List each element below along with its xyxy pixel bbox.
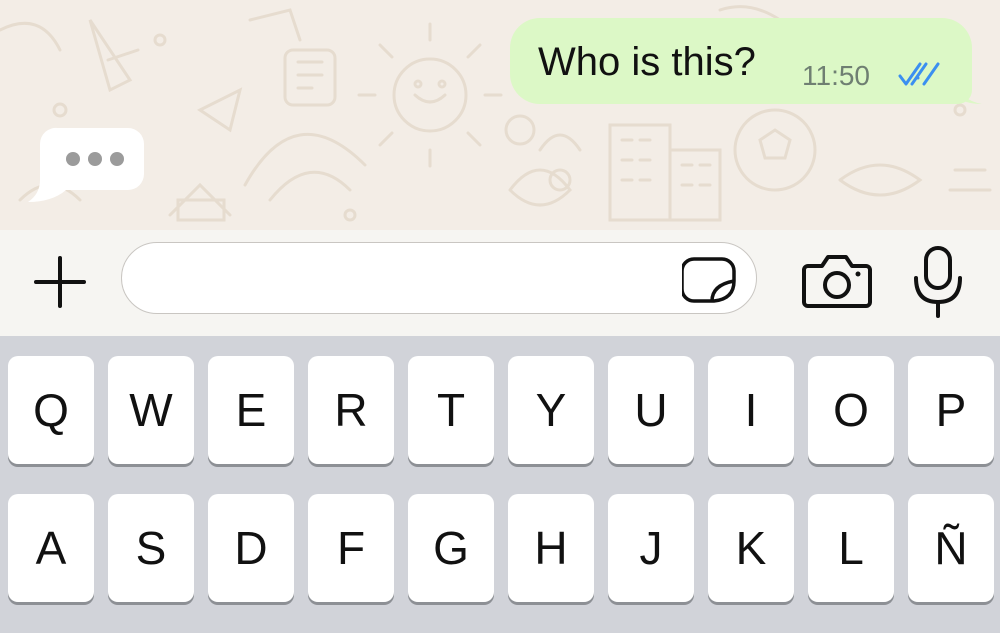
key-j[interactable]: J bbox=[608, 494, 694, 602]
message-input-field[interactable] bbox=[121, 242, 757, 314]
key-a[interactable]: A bbox=[8, 494, 94, 602]
sticker-icon[interactable] bbox=[682, 257, 738, 303]
plus-icon[interactable] bbox=[30, 252, 90, 312]
keyboard-row-2: A S D F G H J K L Ñ bbox=[0, 494, 1000, 604]
key-y[interactable]: Y bbox=[508, 356, 594, 464]
key-q[interactable]: Q bbox=[8, 356, 94, 464]
key-o[interactable]: O bbox=[808, 356, 894, 464]
key-e[interactable]: E bbox=[208, 356, 294, 464]
chat-area: Who is this? 11:50 bbox=[0, 0, 1000, 230]
key-f[interactable]: F bbox=[308, 494, 394, 602]
outgoing-message-bubble[interactable]: Who is this? 11:50 bbox=[510, 18, 982, 104]
key-k[interactable]: K bbox=[708, 494, 794, 602]
camera-icon[interactable] bbox=[802, 250, 872, 312]
key-r[interactable]: R bbox=[308, 356, 394, 464]
message-input[interactable] bbox=[142, 257, 666, 301]
key-n-tilde[interactable]: Ñ bbox=[908, 494, 994, 602]
typing-indicator bbox=[28, 127, 144, 202]
key-p[interactable]: P bbox=[908, 356, 994, 464]
key-h[interactable]: H bbox=[508, 494, 594, 602]
key-t[interactable]: T bbox=[408, 356, 494, 464]
key-i[interactable]: I bbox=[708, 356, 794, 464]
double-check-read-icon bbox=[898, 62, 940, 86]
key-l[interactable]: L bbox=[808, 494, 894, 602]
key-u[interactable]: U bbox=[608, 356, 694, 464]
key-s[interactable]: S bbox=[108, 494, 194, 602]
keyboard-row-1: Q W E R T Y U I O P bbox=[0, 356, 1000, 466]
key-w[interactable]: W bbox=[108, 356, 194, 464]
message-composer bbox=[0, 230, 1000, 336]
keyboard: Q W E R T Y U I O P A S D F G H J K L Ñ bbox=[0, 336, 1000, 633]
message-timestamp: 11:50 bbox=[802, 60, 870, 91]
bubble-tail-icon bbox=[956, 82, 982, 104]
microphone-icon[interactable] bbox=[908, 242, 968, 322]
message-text: Who is this? bbox=[538, 40, 756, 84]
key-g[interactable]: G bbox=[408, 494, 494, 602]
key-d[interactable]: D bbox=[208, 494, 294, 602]
